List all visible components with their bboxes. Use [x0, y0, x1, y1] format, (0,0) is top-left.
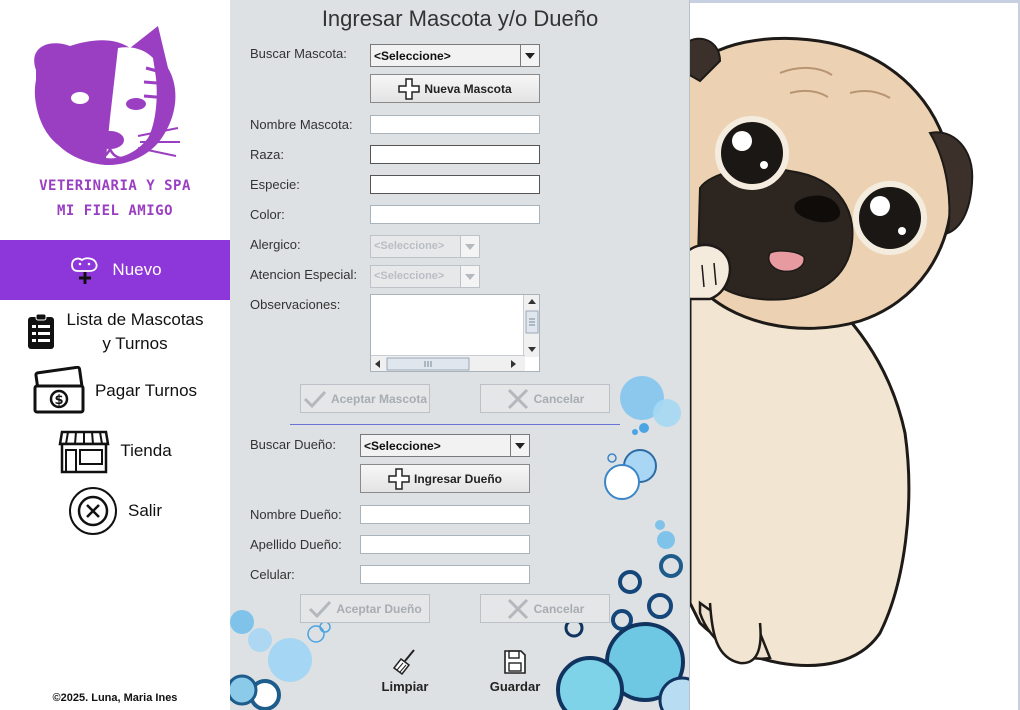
money-icon: $ — [33, 366, 85, 414]
scrollbar-arrows-icon — [375, 357, 516, 371]
cancelar-mascota-button[interactable]: Cancelar — [480, 384, 610, 413]
especie-input[interactable] — [370, 175, 540, 194]
atencion-especial-label: Atencion Especial: — [250, 267, 357, 282]
color-label: Color: — [250, 207, 285, 222]
apellido-dueno-label: Apellido Dueño: — [250, 537, 342, 552]
observaciones-label: Observaciones: — [250, 297, 341, 312]
label-line-2: y Turnos — [102, 334, 168, 353]
section-divider — [290, 424, 620, 425]
ingresar-dueno-button[interactable]: Ingresar Dueño — [360, 464, 530, 493]
buscar-mascota-label: Buscar Mascota: — [250, 46, 347, 61]
pug-illustration-area — [685, 0, 1020, 710]
nombre-dueno-label: Nombre Dueño: — [250, 507, 342, 522]
brand-line-2: MI FIEL AMIGO — [56, 203, 174, 219]
button-label: Cancelar — [533, 391, 585, 406]
raza-label: Raza: — [250, 147, 284, 162]
sidebar-item-lista[interactable]: Lista de Mascotas y Turnos — [0, 302, 230, 362]
select-value: <Seleccione> — [374, 240, 445, 252]
apellido-dueno-input[interactable] — [360, 535, 530, 554]
buscar-dueno-label: Buscar Dueño: — [250, 437, 336, 452]
checkmark-icon — [309, 600, 332, 618]
chevron-down-icon[interactable] — [460, 266, 479, 287]
cancelar-dueno-button[interactable]: Cancelar — [480, 594, 610, 623]
sidebar: VETERINARIA Y SPA MI FIEL AMIGO Nuevo Li… — [0, 0, 230, 710]
sidebar-item-salir[interactable]: Salir — [0, 481, 230, 541]
button-label: Cancelar — [533, 601, 585, 616]
sidebar-item-label: Salir — [127, 501, 162, 520]
horizontal-scrollbar[interactable] — [371, 355, 525, 371]
button-label: Limpiar — [381, 679, 429, 694]
nombre-mascota-label: Nombre Mascota: — [250, 117, 353, 132]
button-label: Aceptar Dueño — [336, 601, 422, 616]
sidebar-item-tienda[interactable]: Tienda — [0, 421, 230, 481]
label-line-1: Lista de Mascotas — [66, 310, 204, 329]
brand-line-1: VETERINARIA Y SPA — [39, 178, 191, 194]
alergico-select[interactable]: <Seleccione> — [370, 235, 480, 258]
sidebar-item-nuevo[interactable]: Nuevo — [0, 240, 230, 300]
aceptar-mascota-button[interactable]: Aceptar Mascota — [300, 384, 430, 413]
floppy-disk-icon — [504, 650, 526, 674]
nombre-dueno-input[interactable] — [360, 505, 530, 524]
pug-illustration — [685, 36, 974, 667]
nombre-mascota-input[interactable] — [370, 115, 540, 134]
atencion-especial-select[interactable]: <Seleccione> — [370, 265, 480, 288]
pet-add-icon — [71, 257, 98, 284]
svg-text:$: $ — [54, 393, 63, 408]
limpiar-button[interactable]: Limpiar — [370, 648, 440, 694]
especie-label: Especie: — [250, 177, 300, 192]
select-value: <Seleccione> — [364, 439, 441, 453]
button-label: Aceptar Mascota — [330, 391, 428, 406]
sidebar-item-label: Lista de Mascotas y Turnos — [66, 308, 203, 356]
plus-icon — [398, 77, 421, 100]
dog-cat-logo — [34, 26, 180, 166]
buscar-dueno-select[interactable]: <Seleccione> — [360, 434, 530, 457]
checkmark-icon — [303, 390, 327, 408]
observaciones-textarea[interactable] — [370, 294, 540, 372]
alergico-label: Alergico: — [250, 237, 301, 252]
color-input[interactable] — [370, 205, 540, 224]
plus-icon — [388, 467, 410, 490]
x-icon — [507, 598, 528, 619]
form-panel: Ingresar Mascota y/o Dueño Buscar Mascot… — [230, 0, 690, 710]
x-icon — [507, 388, 528, 409]
buscar-mascota-select[interactable]: <Seleccione> — [370, 44, 540, 67]
button-label: Nueva Mascota — [424, 81, 512, 96]
button-label: Ingresar Dueño — [413, 471, 503, 486]
guardar-button[interactable]: Guardar — [480, 648, 550, 694]
select-value: <Seleccione> — [374, 270, 445, 282]
scrollbar-arrows-icon — [525, 299, 539, 352]
celular-input[interactable] — [360, 565, 530, 584]
clipboard-list-icon — [28, 313, 55, 349]
copyright-footer: ©2025. Luna, Maria Ines — [52, 692, 178, 704]
store-icon — [58, 430, 110, 474]
button-label: Guardar — [489, 679, 541, 694]
page-title: Ingresar Mascota y/o Dueño — [321, 6, 599, 31]
aceptar-dueno-button[interactable]: Aceptar Dueño — [300, 594, 430, 623]
sidebar-item-pagar[interactable]: $ Pagar Turnos — [0, 361, 230, 421]
raza-input[interactable] — [370, 145, 540, 164]
chevron-down-icon[interactable] — [510, 435, 529, 456]
broom-icon — [392, 649, 415, 676]
sidebar-item-label: Pagar Turnos — [94, 381, 198, 400]
celular-label: Celular: — [250, 567, 295, 582]
select-value: <Seleccione> — [374, 49, 451, 63]
chevron-down-icon[interactable] — [460, 236, 479, 257]
sidebar-item-label: Nuevo — [112, 260, 162, 279]
close-circle-icon — [68, 487, 117, 535]
sidebar-item-label: Tienda — [120, 441, 172, 460]
vertical-scrollbar[interactable] — [523, 295, 539, 357]
nueva-mascota-button[interactable]: Nueva Mascota — [370, 74, 540, 103]
chevron-down-icon[interactable] — [520, 45, 539, 66]
